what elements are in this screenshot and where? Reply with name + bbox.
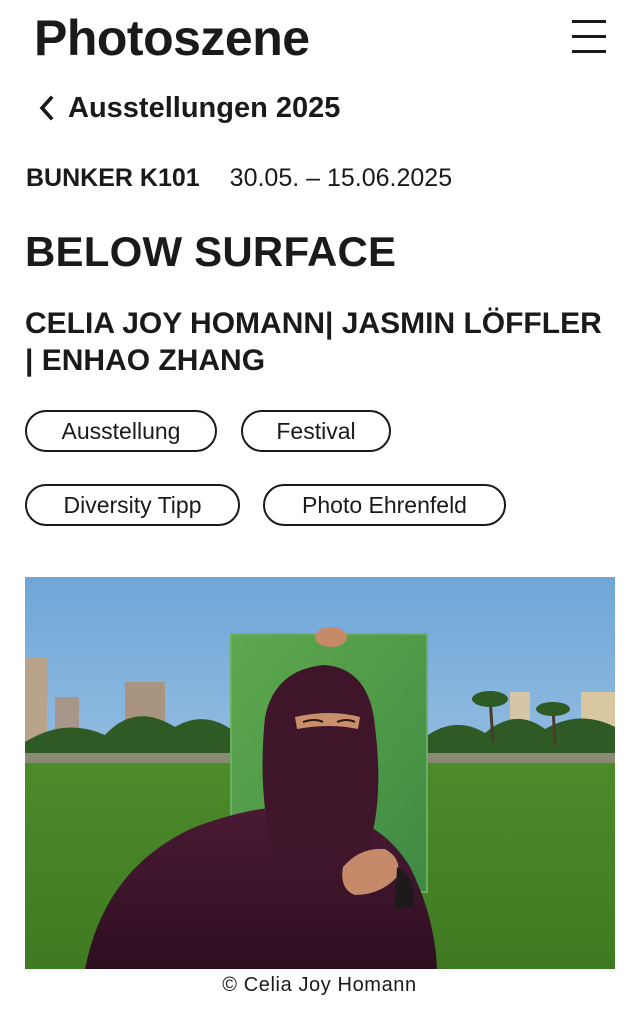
photo-credit: © Celia Joy Homann: [222, 974, 417, 996]
site-header: Photoszene: [0, 0, 639, 76]
exhibition-photo-illustration: [25, 577, 615, 969]
hamburger-menu-icon[interactable]: [570, 18, 608, 56]
tag-festival[interactable]: Festival: [241, 410, 391, 452]
tag-diversity-tipp[interactable]: Diversity Tipp: [25, 484, 240, 526]
site-logo[interactable]: Photoszene: [34, 8, 310, 68]
event-venue: BUNKER K101: [26, 164, 200, 192]
back-link[interactable]: Ausstellungen 2025: [36, 88, 340, 128]
exhibition-photo[interactable]: [25, 577, 615, 969]
tag-photo-ehrenfeld[interactable]: Photo Ehrenfeld: [263, 484, 506, 526]
back-link-label: Ausstellungen 2025: [68, 92, 341, 124]
event-dates: 30.05. – 15.06.2025: [229, 164, 453, 192]
event-artists: CELIA JOY HOMANN| JASMIN LÖFFLER | ENHAO…: [25, 307, 602, 377]
tag-ausstellung[interactable]: Ausstellung: [25, 410, 217, 452]
event-meta: BUNKER K101 30.05. – 15.06.2025: [26, 164, 452, 198]
event-title: BELOW SURFACE: [25, 228, 397, 275]
chevron-left-icon: [39, 95, 54, 121]
